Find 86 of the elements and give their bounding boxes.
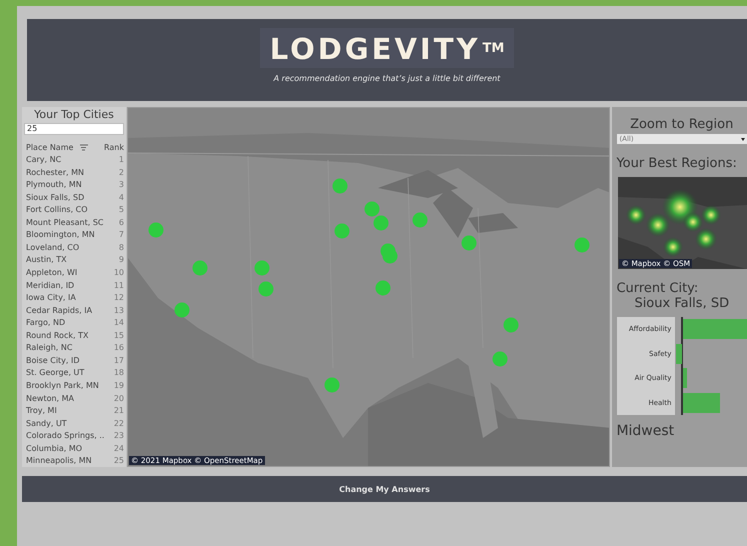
table-cell: 21 — [114, 406, 124, 416]
table-cell: 15 — [114, 330, 124, 340]
table-cell: 14 — [114, 318, 124, 328]
map-marker[interactable] — [324, 378, 340, 392]
change-answers-button[interactable]: Change My Answers — [22, 476, 747, 502]
table-cell: 24 — [114, 444, 124, 453]
table-cell: St. George, UT — [26, 368, 84, 378]
metric-bar — [683, 392, 720, 413]
table-cell: 10 — [114, 268, 124, 278]
table-cell: Meridian, ID — [26, 280, 74, 290]
metric-bar — [683, 319, 747, 340]
table-cell: 2 — [118, 168, 124, 177]
table-cell: Round Rock, TX — [26, 330, 88, 340]
table-cell: Loveland, CO — [26, 242, 80, 252]
map-marker[interactable] — [574, 238, 590, 252]
table-cell: Iowa City, IA — [26, 293, 76, 302]
map-marker[interactable] — [192, 260, 208, 276]
table-cell: 18 — [114, 368, 124, 378]
table-cell: 13 — [114, 306, 124, 315]
panel-title: Zoom to Region — [629, 117, 734, 132]
input-field[interactable]: 25 — [24, 123, 124, 135]
table-cell: 17 — [114, 356, 124, 365]
table-cell: Newton, MA — [26, 394, 74, 402]
table-cell: Boise City, ID — [26, 356, 80, 365]
map-marker[interactable] — [412, 212, 428, 228]
map-marker[interactable] — [374, 216, 388, 230]
table-cell: Rochester, MN — [26, 168, 84, 177]
map-marker[interactable] — [334, 224, 350, 238]
table-cell: Colorado Springs, .. — [26, 431, 104, 440]
table-cell: 19 — [114, 380, 124, 390]
table-cell: Appleton, WI — [26, 268, 78, 278]
table-cell: 4 — [118, 192, 124, 202]
table-cell: Cedar Rapids, IA — [26, 306, 92, 315]
map-marker[interactable] — [504, 318, 518, 332]
tagline: A recommendation engine that’s just a little bit different — [274, 74, 500, 83]
map-marker[interactable] — [376, 280, 390, 296]
table-cell: 16 — [114, 343, 124, 352]
map-marker[interactable] — [492, 352, 508, 366]
table-cell: Sioux Falls, SD — [26, 192, 84, 202]
map-marker[interactable] — [148, 222, 164, 238]
table-cell: 6 — [118, 218, 124, 227]
table-cell: 12 — [114, 293, 124, 302]
table-cell: Brooklyn Park, MN — [26, 380, 99, 390]
table-cell: 23 — [114, 431, 124, 440]
table-cell: Mount Pleasant, SC — [26, 218, 104, 227]
table-cell: Sandy, UT — [26, 418, 67, 428]
table-cell: Raleigh, NC — [26, 343, 72, 352]
column-header[interactable]: Rank — [104, 142, 124, 152]
table-cell: 20 — [114, 394, 124, 402]
table-cell: Troy, MI — [26, 406, 57, 416]
region-name: Midwest — [615, 423, 676, 439]
trademark: TM — [482, 41, 504, 56]
map-marker[interactable] — [382, 248, 398, 264]
caret-icon — [741, 138, 745, 140]
metric-bar — [683, 368, 688, 388]
table-cell: 9 — [118, 255, 124, 264]
table-cell: 22 — [114, 418, 124, 428]
table-cell: Fort Collins, CO — [26, 205, 88, 214]
table-cell: Cary, NC — [26, 155, 62, 164]
table-cell: Bloomington, MN — [26, 230, 95, 240]
map-marker[interactable] — [462, 236, 476, 250]
table-cell: 25 — [114, 456, 124, 466]
table-cell: Austin, TX — [26, 255, 67, 264]
metric-bar — [676, 344, 682, 364]
table-cell: 7 — [118, 230, 124, 240]
table-cell: 1 — [118, 155, 124, 164]
table-cell: 8 — [118, 242, 124, 252]
map-marker[interactable] — [364, 202, 380, 216]
table-cell: Minneapolis, MN — [26, 456, 92, 466]
map-marker[interactable] — [174, 302, 190, 318]
table-cell: Fargo, ND — [26, 318, 66, 328]
panel-title: Current City: — [615, 281, 700, 296]
table-cell: 5 — [118, 205, 124, 214]
map-marker[interactable] — [254, 260, 270, 276]
map-marker[interactable] — [258, 282, 274, 296]
map-marker[interactable] — [332, 178, 348, 194]
city-name: Sioux Falls, SD — [633, 296, 730, 311]
panel-title: Your Top Cities — [33, 108, 115, 121]
table-cell: Columbia, MO — [26, 444, 82, 453]
sort-icon[interactable] — [80, 144, 88, 151]
logo-text: LODGEVITY — [270, 32, 480, 66]
column-header[interactable]: Place Name — [26, 142, 74, 152]
table-cell: Plymouth, MN — [26, 180, 82, 190]
table-cell: 3 — [118, 180, 124, 190]
panel-title: Your Best Regions: — [615, 156, 738, 171]
table-cell: 11 — [114, 280, 124, 290]
